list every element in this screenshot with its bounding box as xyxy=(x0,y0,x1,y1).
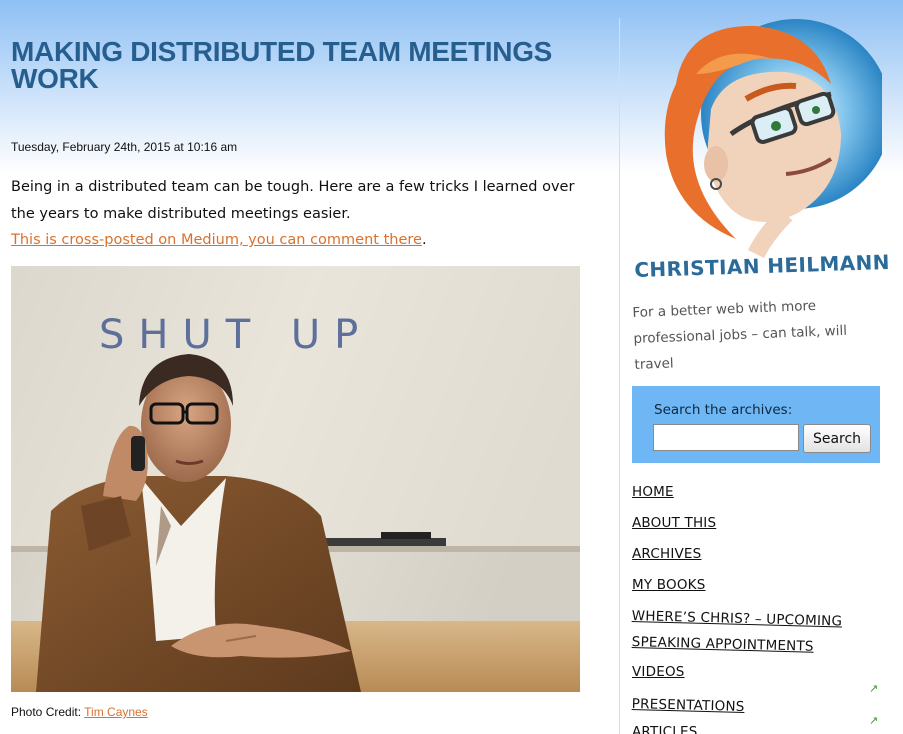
post-intro: Being in a distributed team can be tough… xyxy=(11,174,601,254)
nav-item-presentations[interactable]: PRESENTATIONS xyxy=(632,696,745,715)
search-form: Search the archives: Search xyxy=(632,386,880,463)
nav-item-speaking-appointments[interactable]: SPEAKING APPOINTMENTS xyxy=(632,634,814,655)
photo-man-on-phone: SHUT UP xyxy=(11,266,580,692)
nav-item-my-books[interactable]: MY BOOKS xyxy=(632,577,705,593)
nav-item-wheres-chris[interactable]: WHERE’S CHRIS? – UPCOMING xyxy=(632,608,843,630)
site-tagline: For a better web with more professional … xyxy=(632,297,848,373)
nav-item-articles[interactable]: ARTICLES xyxy=(632,724,698,734)
search-input[interactable] xyxy=(653,424,799,451)
crosspost-link[interactable]: This is cross-posted on Medium, you can … xyxy=(11,232,422,248)
search-label: Search the archives: xyxy=(654,402,793,418)
external-link-arrow-icon[interactable]: ↗ xyxy=(869,682,878,695)
nav-item-videos[interactable]: VIDEOS xyxy=(632,664,685,680)
photo-credit: Photo Credit: Tim Caynes xyxy=(11,705,148,719)
nav-item-archives[interactable]: ARCHIVES xyxy=(632,546,701,562)
post-date: Tuesday, February 24th, 2015 at 10:16 am xyxy=(11,140,238,154)
crosspost-suffix: . xyxy=(421,232,427,248)
photo-credit-label: Photo Credit: xyxy=(11,705,85,719)
sidebar: CHRISTIAN HEILMANN For a better web with… xyxy=(620,0,903,734)
avatar-illustration xyxy=(664,19,891,259)
search-button[interactable]: Search xyxy=(803,424,871,453)
post-title[interactable]: MAKING DISTRIBUTED TEAM MEETINGS WORK xyxy=(11,38,571,93)
post-photo: SHUT UP xyxy=(11,266,580,692)
nav-item-home[interactable]: HOME xyxy=(632,484,674,500)
author-avatar[interactable] xyxy=(636,14,891,259)
photo-credit-link[interactable]: Tim Caynes xyxy=(84,705,148,719)
nav-item-about-this[interactable]: ABOUT THIS xyxy=(632,515,716,531)
intro-text: Being in a distributed team can be tough… xyxy=(11,179,575,222)
external-link-arrow-icon[interactable]: ↗ xyxy=(869,714,878,727)
whiteboard-text: SHUT UP xyxy=(99,312,372,358)
